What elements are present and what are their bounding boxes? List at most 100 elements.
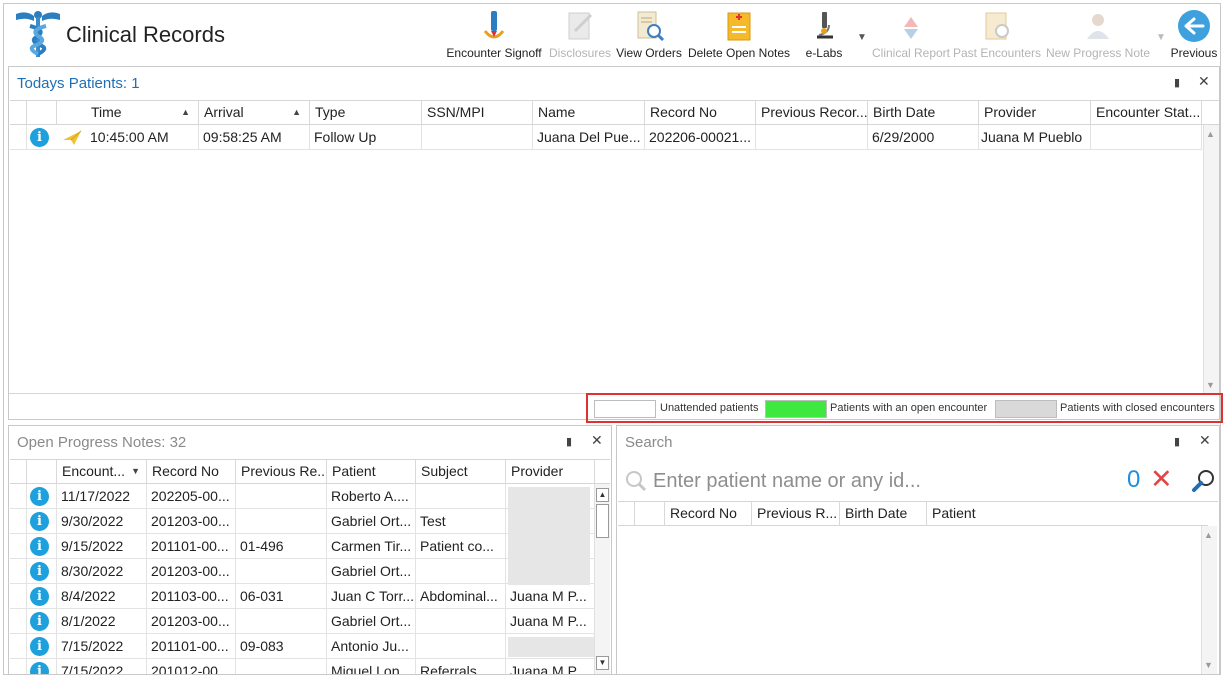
app-title: Clinical Records bbox=[66, 22, 225, 47]
close-icon[interactable]: ✕ bbox=[1198, 73, 1210, 90]
column-header-record-no[interactable]: Record No bbox=[645, 101, 756, 125]
scroll-down-arrow-icon[interactable]: ▼ bbox=[1206, 380, 1215, 390]
table-row[interactable]: i 7/15/2022 201012-00... Miguel Lop... Refer… bbox=[10, 659, 595, 674]
close-icon[interactable]: ✕ bbox=[1199, 432, 1211, 449]
scroll-down-arrow-icon[interactable]: ▼ bbox=[596, 656, 609, 670]
table-row[interactable]: i 8/4/2022 201103-00... 06-031 Juan C Torr..… bbox=[10, 584, 595, 609]
encounter-signoff-button[interactable]: Encounter Signoff bbox=[444, 6, 544, 64]
cell-subject bbox=[416, 484, 506, 509]
cell-icon bbox=[27, 559, 57, 584]
legend-label-unattended: Unattended patients bbox=[660, 402, 759, 414]
e-labs-button[interactable]: e-Labs bbox=[796, 6, 852, 64]
grid-header: Record No Previous R... Birth Date Patie… bbox=[618, 502, 1208, 526]
cell-icon bbox=[27, 634, 57, 659]
vertical-scrollbar[interactable]: ▲ ▼ bbox=[594, 484, 610, 674]
pin-icon[interactable]: ▮ bbox=[1174, 435, 1180, 448]
grid-header: Encount... ▼ Record No Previous Re... Pat… bbox=[10, 460, 610, 484]
patient-search-input[interactable] bbox=[651, 468, 1101, 494]
vertical-scrollbar[interactable]: ▲ ▼ bbox=[1201, 526, 1217, 674]
column-header-provider[interactable]: Provider bbox=[506, 460, 595, 484]
column-header-type[interactable]: Type bbox=[310, 101, 422, 125]
cell-arrival: 09:58:25 AM bbox=[199, 125, 310, 150]
past-encounters-button[interactable]: Past Encounters bbox=[952, 6, 1042, 64]
cell-previous-record: 09-083 bbox=[236, 634, 327, 659]
pin-icon[interactable]: ▮ bbox=[1174, 76, 1180, 89]
previous-button[interactable]: Previous bbox=[1166, 6, 1222, 64]
cell-previous-record bbox=[756, 125, 868, 150]
scroll-up-arrow-icon[interactable]: ▲ bbox=[596, 488, 609, 502]
column-header-previous-record[interactable]: Previous Re... bbox=[236, 460, 327, 484]
table-row[interactable]: i 11/17/2022 202205-00... Roberto A.... bbox=[10, 484, 595, 509]
cell-encounter-date: 11/17/2022 bbox=[57, 484, 147, 509]
column-header-time[interactable]: Time ▲ bbox=[86, 101, 199, 125]
disclosures-button[interactable]: Disclosures bbox=[545, 6, 615, 64]
scroll-up-arrow-icon[interactable]: ▲ bbox=[1206, 129, 1215, 139]
vertical-scrollbar[interactable]: ▲ ▼ bbox=[1203, 125, 1219, 393]
cell-icon bbox=[27, 484, 57, 509]
disclosures-icon bbox=[568, 12, 593, 40]
info-icon[interactable]: i bbox=[30, 128, 49, 147]
todays-patients-panel: Todays Patients: 1 ▮ ✕ Time ▲ Arrival ▲ Ty… bbox=[8, 66, 1220, 420]
table-row[interactable]: i 7/15/2022 201101-00... 09-083 Antonio Ju..… bbox=[10, 634, 595, 659]
close-icon[interactable]: ✕ bbox=[591, 432, 603, 449]
table-row[interactable]: i 9/15/2022 201101-00... 01-496 Carmen Tir..… bbox=[10, 534, 595, 559]
table-row[interactable]: i 9/30/2022 201203-00... Gabriel Ort... Test bbox=[10, 509, 595, 534]
column-header-name[interactable]: Name bbox=[533, 101, 645, 125]
cell-time: 10:45:00 AM bbox=[86, 125, 199, 150]
progress-note-dropdown-arrow[interactable]: ▼ bbox=[1156, 32, 1166, 43]
column-header-arrival[interactable]: Arrival ▲ bbox=[199, 101, 310, 125]
legend-swatch-closed bbox=[995, 400, 1057, 418]
new-progress-note-icon bbox=[1087, 14, 1109, 39]
table-row[interactable]: i 10:45:00 AM 09:58:25 AM Follow Up Juan… bbox=[10, 125, 1202, 150]
clinical-report-icon bbox=[904, 17, 918, 39]
cell-icon bbox=[27, 609, 57, 634]
column-header-record-no[interactable]: Record No bbox=[147, 460, 236, 484]
search-panel: Search ▮ ✕ 0 ✕ Record No Previous R... B… bbox=[616, 425, 1220, 675]
column-header-birth-date[interactable]: Birth Date bbox=[840, 502, 927, 526]
cell-previous-record bbox=[236, 484, 327, 509]
caduceus-logo-icon bbox=[16, 11, 60, 57]
clear-search-icon[interactable]: ✕ bbox=[1150, 464, 1173, 495]
column-header-patient[interactable]: Patient bbox=[927, 502, 1208, 526]
column-header-patient[interactable]: Patient bbox=[327, 460, 416, 484]
clinical-report-button[interactable]: Clinical Report bbox=[870, 6, 952, 64]
redacted-provider-block bbox=[508, 637, 594, 657]
column-header-previous-record[interactable]: Previous R... bbox=[752, 502, 840, 526]
cell-icon bbox=[27, 584, 57, 609]
find-icon[interactable] bbox=[1191, 468, 1217, 494]
header: Clinical Records Encounter Signoff Discl… bbox=[4, 4, 1222, 66]
cell-previous-record bbox=[236, 509, 327, 534]
table-row[interactable]: i 8/30/2022 201203-00... Gabriel Ort... bbox=[10, 559, 595, 584]
view-orders-button[interactable]: View Orders bbox=[614, 6, 684, 64]
cell-record-no: 201203-00... bbox=[147, 559, 236, 584]
column-header-provider[interactable]: Provider bbox=[979, 101, 1091, 125]
cell-encounter-date: 8/1/2022 bbox=[57, 609, 147, 634]
cell-subject bbox=[416, 559, 506, 584]
cell-patient: Antonio Ju... bbox=[327, 634, 416, 659]
e-labs-dropdown-arrow[interactable]: ▼ bbox=[857, 32, 867, 43]
cell-record-no: 201101-00... bbox=[147, 534, 236, 559]
column-header-record-no[interactable]: Record No bbox=[665, 502, 752, 526]
column-header-encounter[interactable]: Encount... ▼ bbox=[57, 460, 147, 484]
pin-icon[interactable]: ▮ bbox=[566, 435, 572, 448]
scroll-down-arrow-icon[interactable]: ▼ bbox=[1204, 660, 1213, 670]
column-header-birth-date[interactable]: Birth Date bbox=[868, 101, 979, 125]
column-header-encounter-status[interactable]: Encounter Stat... bbox=[1091, 101, 1202, 125]
search-panel-title: Search bbox=[625, 434, 673, 451]
column-header-ssn[interactable]: SSN/MPI bbox=[422, 101, 533, 125]
column-header-subject[interactable]: Subject bbox=[416, 460, 506, 484]
cell-record-no: 201101-00... bbox=[147, 634, 236, 659]
new-progress-note-button[interactable]: New Progress Note bbox=[1044, 6, 1152, 64]
table-row[interactable]: i 8/1/2022 201203-00... Gabriel Ort... Juana… bbox=[10, 609, 595, 634]
cell-patient: Gabriel Ort... bbox=[327, 609, 416, 634]
cell-encounter-status bbox=[1091, 125, 1202, 150]
cell-record-no: 202205-00... bbox=[147, 484, 236, 509]
column-header-previous-record[interactable]: Previous Recor... bbox=[756, 101, 868, 125]
scroll-thumb[interactable] bbox=[596, 504, 609, 538]
cell-status bbox=[10, 609, 27, 634]
cell-provider: Juana M P... bbox=[506, 609, 595, 634]
scroll-up-arrow-icon[interactable]: ▲ bbox=[1204, 530, 1213, 540]
todays-patients-title: Todays Patients: 1 bbox=[17, 75, 140, 92]
delete-open-notes-button[interactable]: Delete Open Notes bbox=[684, 6, 794, 64]
cell-subject bbox=[416, 634, 506, 659]
